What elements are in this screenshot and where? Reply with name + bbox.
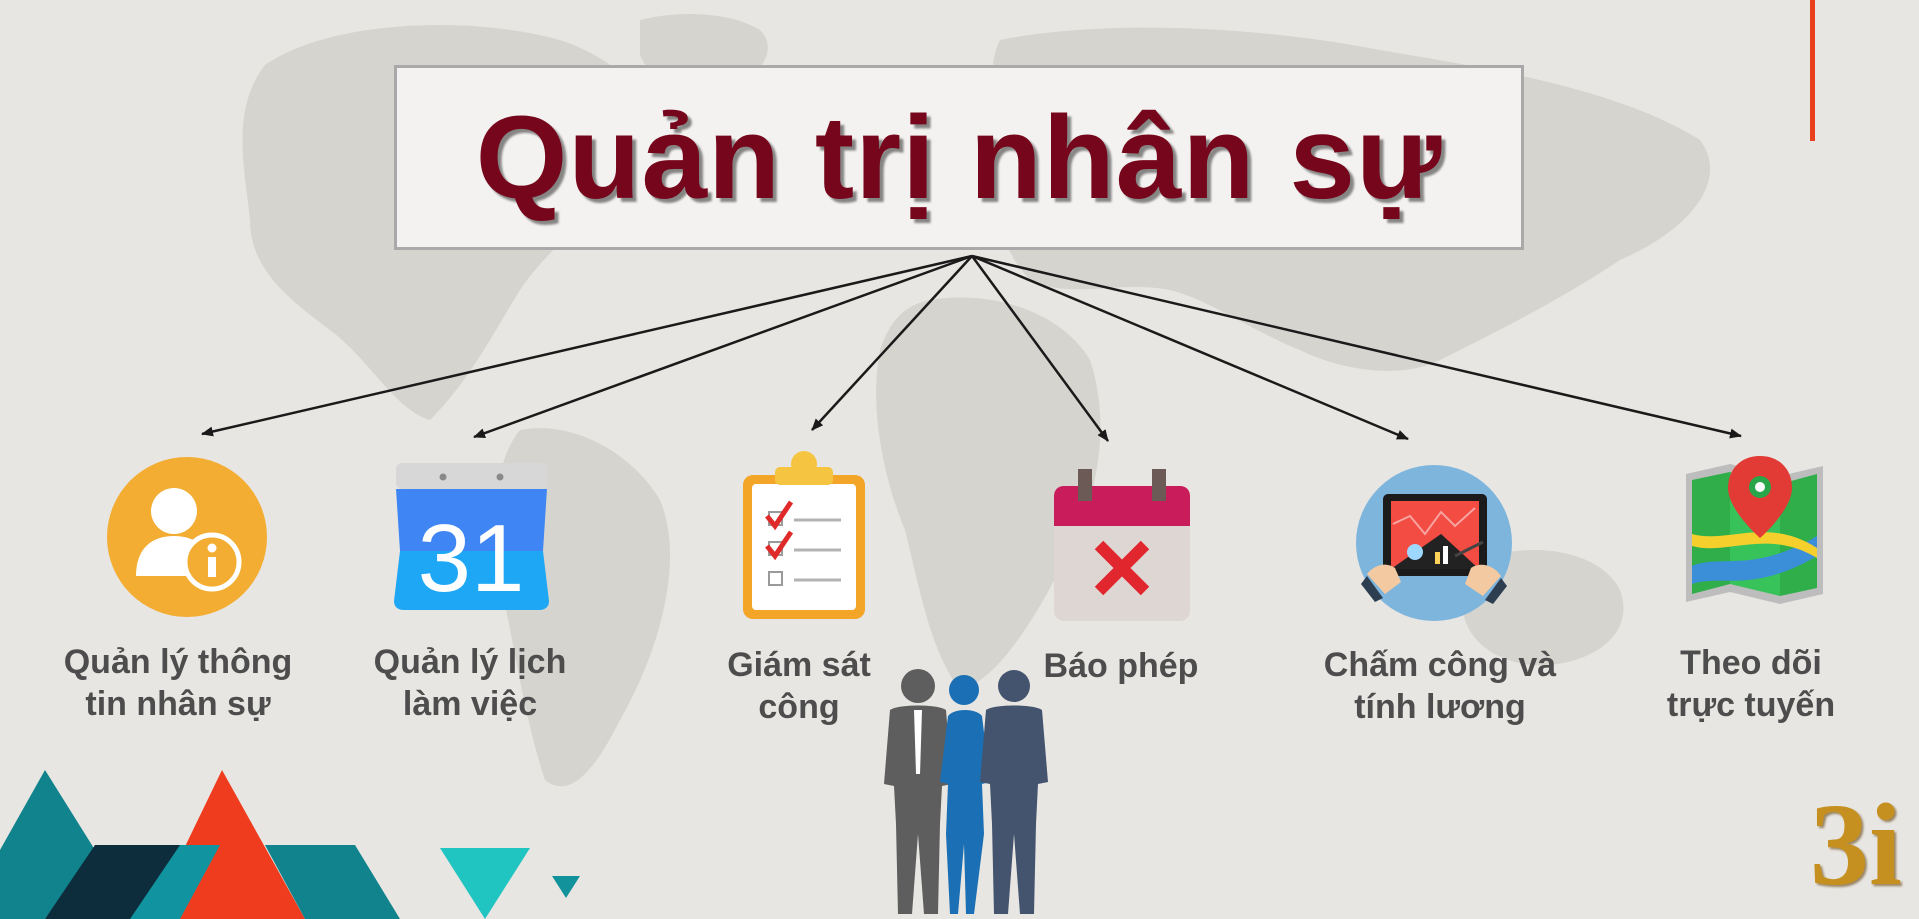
user-info-icon xyxy=(107,457,267,617)
company-logo: 3i xyxy=(1810,779,1902,910)
arrow-6 xyxy=(971,254,1742,439)
business-team-silhouette xyxy=(884,669,1048,914)
module-label-online-tracking: Theo dõi trực tuyến xyxy=(1666,644,1836,724)
arrow-5 xyxy=(971,254,1409,441)
module-label-monitoring: Giám sát công xyxy=(727,646,871,726)
decorative-triangles xyxy=(0,770,580,919)
calendar-icon: 31 xyxy=(394,463,549,611)
leave-calendar-icon xyxy=(1054,469,1190,621)
module-label-leave: Báo phép xyxy=(1043,647,1199,685)
module-label-work-schedule: Quản lý lịch làm việc xyxy=(373,643,567,723)
map-pin-icon xyxy=(1686,456,1823,604)
slide: Quản trị nhân sự 31 Quản lý thông tin nh… xyxy=(0,0,1919,919)
tablet-payroll-icon xyxy=(1356,465,1512,621)
module-label-timekeeping-payroll: Chấm công và tính lương xyxy=(1323,646,1557,726)
checklist-icon xyxy=(743,451,865,619)
arrow-3 xyxy=(811,255,973,431)
arrow-1 xyxy=(201,254,973,437)
arrow-2 xyxy=(473,254,973,439)
calendar-day-number: 31 xyxy=(418,505,525,611)
module-label-employee-info: Quản lý thông tin nhân sự xyxy=(63,643,293,723)
